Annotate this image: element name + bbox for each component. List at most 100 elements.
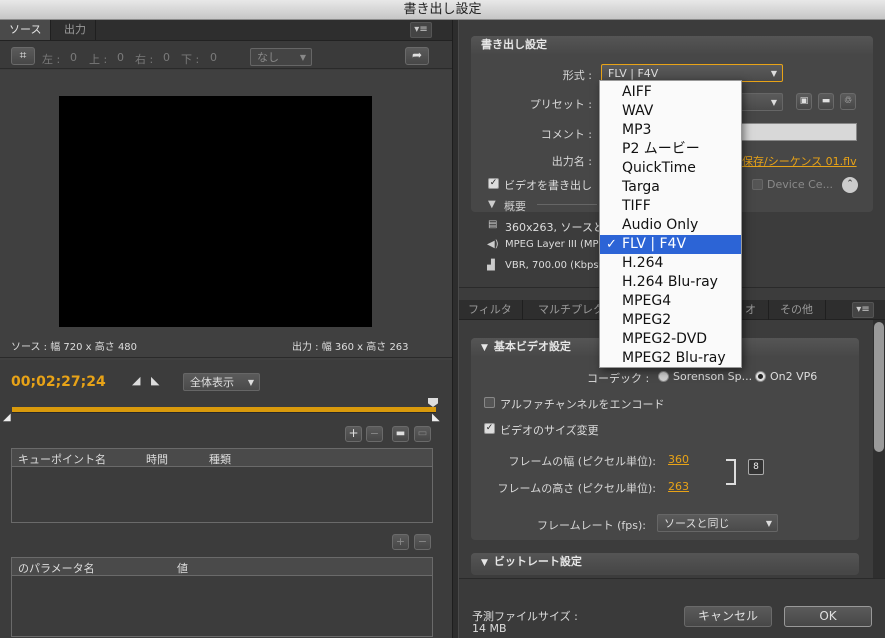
alpha-checkbox[interactable] bbox=[484, 397, 495, 408]
zoom-select[interactable]: 全体表示 ▼ bbox=[183, 373, 260, 391]
export-video-label: ビデオを書き出し bbox=[504, 179, 592, 192]
frame-width-value[interactable]: 360 bbox=[668, 453, 689, 466]
frame-rate-select[interactable]: ソースと同じ ▼ bbox=[657, 514, 778, 532]
summary-rule bbox=[537, 204, 597, 205]
disclosure-icon[interactable]: ▼ bbox=[481, 558, 488, 568]
format-option-aiff[interactable]: AIFF bbox=[600, 83, 741, 102]
crop-top-value[interactable]: 0 bbox=[117, 51, 124, 64]
format-option-audio-only[interactable]: Audio Only bbox=[600, 216, 741, 235]
format-option-mpeg2-dvd[interactable]: MPEG2-DVD bbox=[600, 330, 741, 349]
timeline-track[interactable] bbox=[12, 407, 436, 413]
remove-param-button[interactable]: − bbox=[414, 534, 431, 550]
timeline-range bbox=[12, 407, 436, 412]
summary-video: 360x263, ソースと bbox=[505, 221, 604, 234]
panel-menu-icon[interactable]: ▾≡ bbox=[852, 302, 874, 318]
save-cue-icon[interactable]: ▭ bbox=[414, 426, 431, 442]
format-option-mpeg4[interactable]: MPEG4 bbox=[600, 292, 741, 311]
codec-radio-sorenson[interactable] bbox=[658, 371, 669, 382]
in-point-icon[interactable]: ◢ bbox=[132, 374, 140, 387]
format-option-h264-bluray[interactable]: H.264 Blu-ray bbox=[600, 273, 741, 292]
tab-output[interactable]: 出力 bbox=[55, 20, 96, 40]
crop-right-label: 右 : bbox=[135, 53, 154, 66]
chevron-down-icon: ▼ bbox=[247, 378, 254, 387]
crop-ratio-select[interactable]: なし ▼ bbox=[250, 48, 312, 66]
share-arrow-icon[interactable]: ➦ bbox=[405, 47, 429, 65]
col-type[interactable]: 種類 bbox=[209, 451, 231, 467]
preview-pane: ソース 出力 ▾≡ ⌗ 左 : 0 上 : 0 右 : 0 下 : 0 なし ▼ … bbox=[0, 20, 452, 638]
format-option-mp3[interactable]: MP3 bbox=[600, 121, 741, 140]
format-option-quicktime[interactable]: QuickTime bbox=[600, 159, 741, 178]
add-cue-button[interactable]: + bbox=[345, 426, 362, 442]
save-preset-icon[interactable]: ▣ bbox=[796, 93, 812, 110]
tab-source[interactable]: ソース bbox=[0, 20, 52, 40]
folder-icon[interactable]: ▬ bbox=[392, 426, 409, 442]
link-bracket bbox=[726, 459, 736, 485]
format-option-wav[interactable]: WAV bbox=[600, 102, 741, 121]
crop-icon[interactable]: ⌗ bbox=[11, 47, 35, 65]
frame-height-value[interactable]: 263 bbox=[668, 480, 689, 493]
crop-left-value[interactable]: 0 bbox=[70, 51, 77, 64]
source-size-info: ソース : 幅 720 x 高さ 480 bbox=[11, 342, 138, 353]
import-preset-icon[interactable]: ▬ bbox=[818, 93, 834, 110]
out-point-icon[interactable]: ◣ bbox=[151, 374, 159, 387]
collapse-up-icon[interactable]: ⌃ bbox=[842, 177, 858, 193]
scrollbar-thumb[interactable] bbox=[874, 322, 884, 452]
trash-icon[interactable]: ♲ bbox=[840, 93, 856, 110]
comment-label: コメント : bbox=[540, 128, 592, 141]
out-handle-icon[interactable]: ◣ bbox=[432, 412, 440, 423]
output-size-info: 出力 : 幅 360 x 高さ 263 bbox=[292, 342, 409, 353]
codec-radio-on2[interactable] bbox=[755, 371, 766, 382]
disclosure-icon[interactable]: ▼ bbox=[481, 343, 488, 353]
export-video-checkbox[interactable]: ✓ bbox=[488, 178, 499, 189]
playhead-icon[interactable] bbox=[428, 398, 438, 407]
source-output-tabbar: ソース 出力 ▾≡ bbox=[0, 20, 452, 41]
tab-multiplexer[interactable]: マルチプレク bbox=[529, 300, 601, 320]
crop-bottom-value[interactable]: 0 bbox=[210, 51, 217, 64]
tab-other[interactable]: その他 bbox=[771, 300, 826, 320]
format-option-targa[interactable]: Targa bbox=[600, 178, 741, 197]
format-option-h264[interactable]: H.264 bbox=[600, 254, 741, 273]
video-preview bbox=[59, 96, 372, 327]
output-name-label: 出力名 : bbox=[551, 155, 592, 168]
col-value[interactable]: 値 bbox=[177, 560, 188, 576]
vertical-scrollbar[interactable] bbox=[873, 320, 885, 578]
separator bbox=[0, 357, 452, 358]
format-option-p2[interactable]: P2 ムービー bbox=[600, 140, 741, 159]
pane-splitter[interactable] bbox=[452, 20, 459, 638]
preset-label: プリセット : bbox=[529, 98, 592, 111]
format-option-tiff[interactable]: TIFF bbox=[600, 197, 741, 216]
basic-video-panel: ▼ 基本ビデオ設定 bbox=[471, 338, 859, 540]
format-option-flv[interactable]: ✓ FLV | F4V bbox=[600, 235, 741, 254]
cancel-button[interactable]: キャンセル bbox=[684, 606, 772, 627]
summary-disclosure-icon[interactable]: ▼ bbox=[488, 199, 496, 210]
summary-label: 概要 bbox=[504, 200, 526, 213]
chevron-down-icon: ▼ bbox=[299, 53, 306, 62]
zoom-value: 全体表示 bbox=[190, 376, 234, 389]
frame-rate-label: フレームレート (fps): bbox=[536, 519, 646, 532]
in-handle-icon[interactable]: ◢ bbox=[3, 412, 11, 423]
resize-label: ビデオのサイズ変更 bbox=[500, 424, 599, 437]
tab-filter[interactable]: フィルタ bbox=[459, 300, 523, 320]
output-name-link[interactable]: 保存/シーケンス 01.flv bbox=[742, 153, 857, 169]
ok-button[interactable]: OK bbox=[784, 606, 872, 627]
col-param-name[interactable]: のパラメータ名 bbox=[18, 560, 95, 576]
resize-checkbox[interactable]: ✓ bbox=[484, 423, 495, 434]
format-option-mpeg2[interactable]: MPEG2 bbox=[600, 311, 741, 330]
format-option-mpeg2-bluray[interactable]: MPEG2 Blu-ray bbox=[600, 349, 741, 368]
col-cue-name[interactable]: キューポイント名 bbox=[18, 451, 106, 467]
device-central-checkbox[interactable] bbox=[752, 179, 763, 190]
frame-width-label: フレームの幅 (ピクセル単位): bbox=[508, 455, 656, 468]
summary-audio: MPEG Layer III (MP bbox=[505, 239, 599, 250]
format-value: FLV | F4V bbox=[608, 67, 659, 80]
chain-link-icon[interactable]: 8 bbox=[748, 459, 764, 475]
remove-cue-button[interactable]: − bbox=[366, 426, 383, 442]
device-central-label: Device Ce... bbox=[767, 178, 834, 191]
crop-left-label: 左 : bbox=[42, 53, 61, 66]
crop-right-value[interactable]: 0 bbox=[163, 51, 170, 64]
crop-top-label: 上 : bbox=[89, 53, 108, 66]
panel-menu-icon[interactable]: ▾≡ bbox=[410, 22, 432, 38]
add-param-button[interactable]: + bbox=[392, 534, 409, 550]
timecode[interactable]: 00;02;27;24 bbox=[11, 374, 106, 390]
codec-label: コーデック : bbox=[587, 372, 650, 385]
col-time[interactable]: 時間 bbox=[146, 451, 168, 467]
